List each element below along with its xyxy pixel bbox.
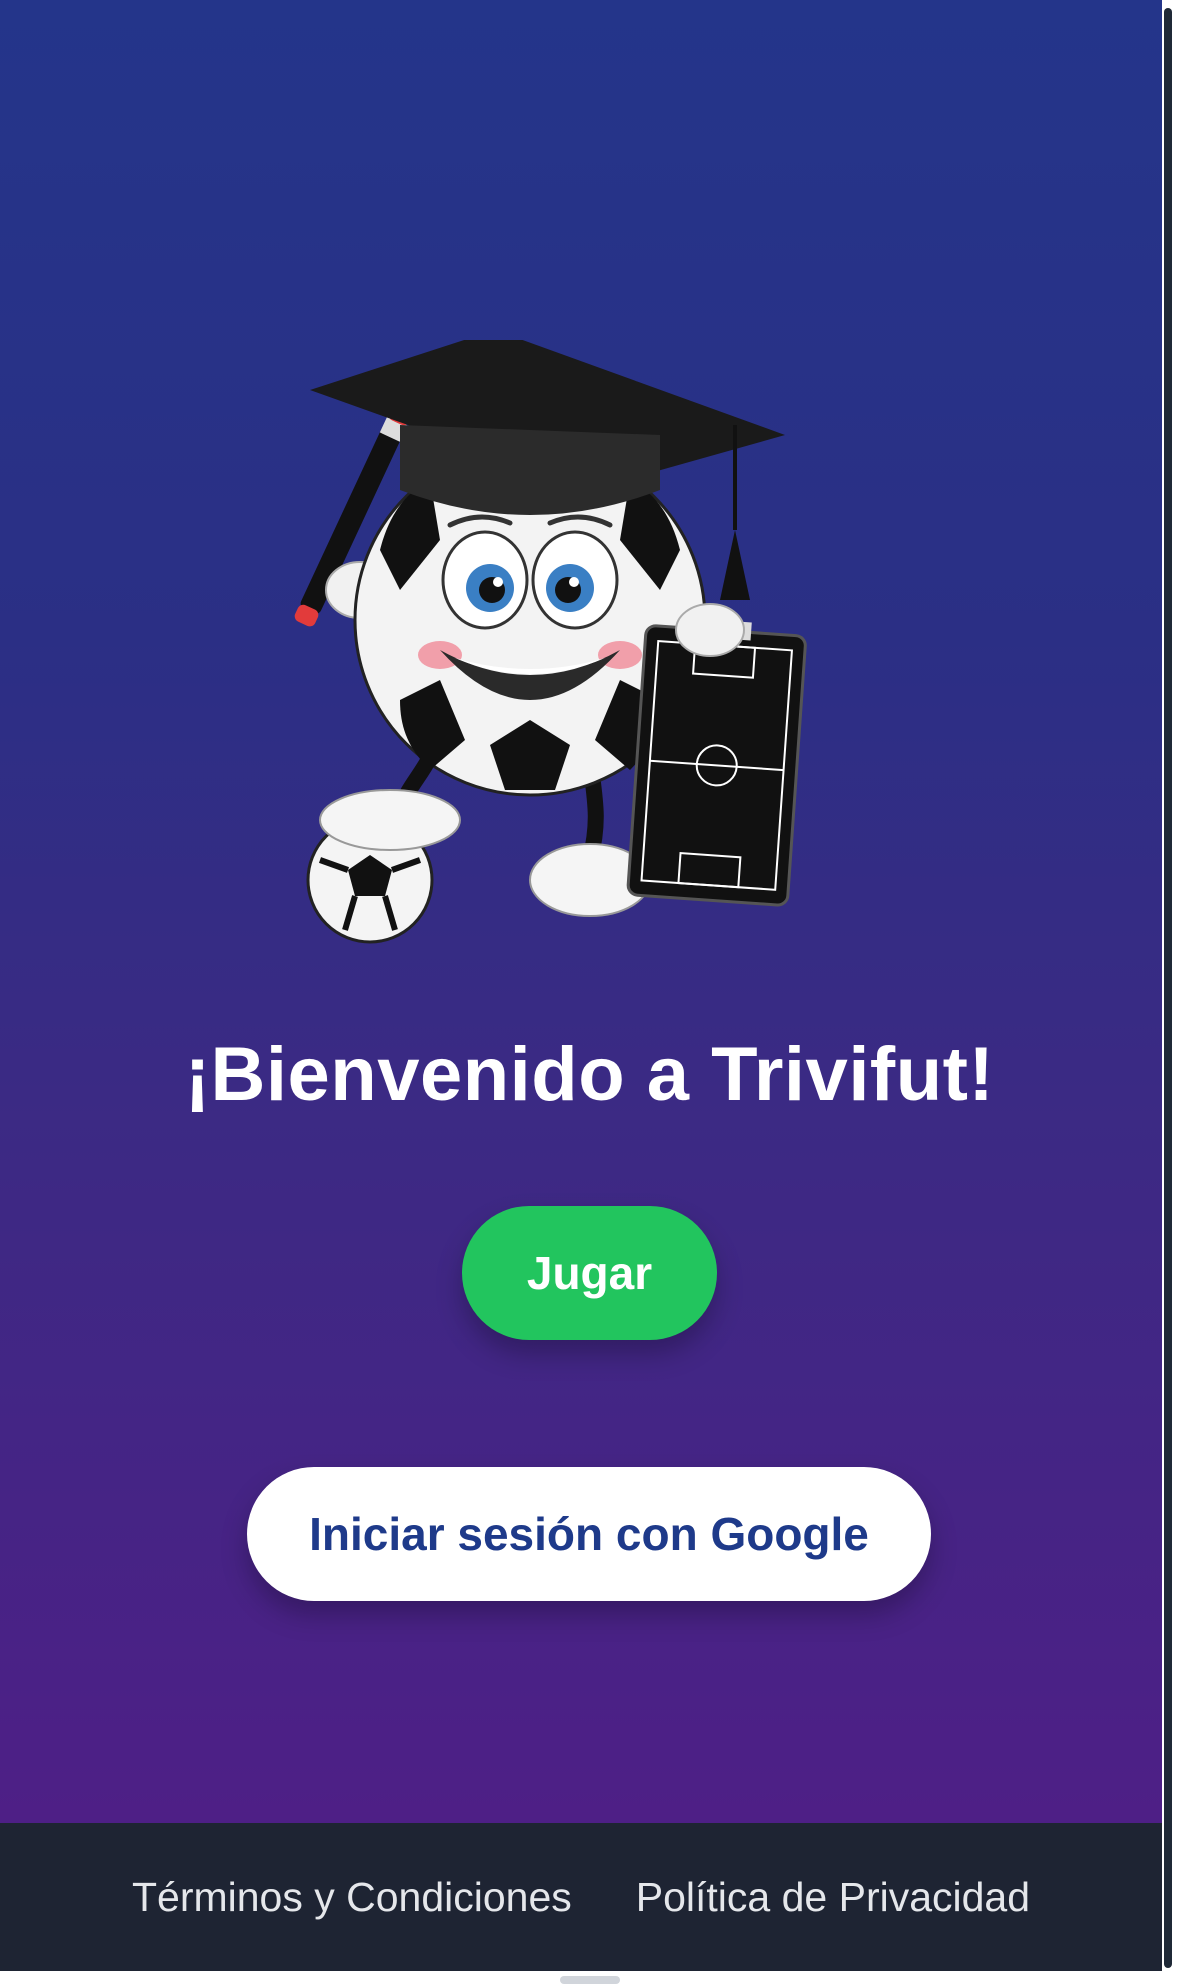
footer: Términos y Condiciones Política de Priva…	[0, 1823, 1162, 1971]
app-screen: ¡Bienvenido a Trivifut! Jugar Iniciar se…	[0, 0, 1162, 1984]
soccer-ball-graduate-mascot-icon	[294, 340, 807, 944]
home-indicator[interactable]	[560, 1976, 620, 1984]
terms-link[interactable]: Términos y Condiciones	[132, 1874, 572, 1921]
privacy-link[interactable]: Política de Privacidad	[636, 1874, 1030, 1921]
hero-background: ¡Bienvenido a Trivifut! Jugar Iniciar se…	[0, 0, 1162, 1823]
welcome-title: ¡Bienvenido a Trivifut!	[184, 1032, 995, 1117]
play-button[interactable]: Jugar	[462, 1206, 717, 1340]
google-signin-button[interactable]: Iniciar sesión con Google	[247, 1467, 931, 1601]
scrollbar-thumb[interactable]	[1164, 8, 1172, 1968]
